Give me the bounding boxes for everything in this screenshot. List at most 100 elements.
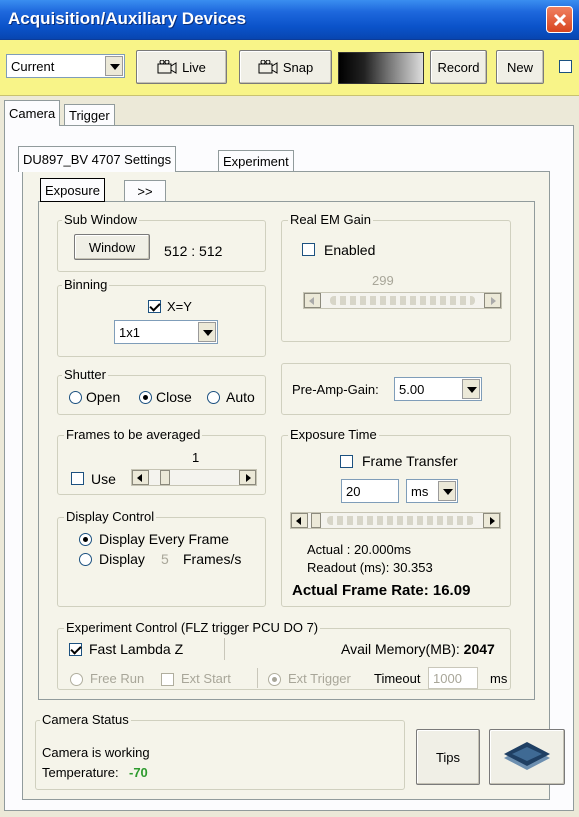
tab-camera[interactable]: Camera <box>4 100 61 126</box>
binning-value: 1x1 <box>119 324 140 340</box>
camera-status-label: Camera Status <box>40 712 131 727</box>
toolbar-checkbox[interactable] <box>559 60 572 73</box>
display-every-frame-radio[interactable] <box>79 533 92 546</box>
toolbar: Current Live Snap Record New <box>0 40 579 96</box>
camera-status-text: Camera is working <box>42 745 150 760</box>
mode-select-value: Current <box>11 58 55 74</box>
em-gain-slider[interactable] <box>303 292 502 309</box>
mode-select[interactable]: Current <box>6 54 125 78</box>
display-fps-value: 5 <box>161 551 169 567</box>
pre-amp-gain-value: 5.00 <box>399 381 425 397</box>
tab-camera-settings[interactable]: DU897_BV 4707 Settings <box>18 146 177 172</box>
use-label: Use <box>91 471 116 487</box>
divider <box>257 668 258 688</box>
readout-time: Readout (ms): 30.353 <box>307 560 433 575</box>
slider-right-arrow-icon[interactable] <box>239 470 256 485</box>
xy-checkbox[interactable] <box>148 300 161 313</box>
chevron-down-icon[interactable] <box>105 56 123 76</box>
camera-icon <box>258 60 278 74</box>
ext-trigger-radio[interactable] <box>268 673 281 686</box>
andor-logo-icon <box>504 742 550 770</box>
slider-right-arrow-icon[interactable] <box>484 293 501 308</box>
exposure-time-slider[interactable] <box>290 512 501 529</box>
frames-averaged-group <box>57 435 266 495</box>
tips-button[interactable]: Tips <box>416 729 480 785</box>
display-control-label: Display Control <box>64 509 157 524</box>
exposure-unit-value: ms <box>411 483 429 499</box>
use-checkbox[interactable] <box>71 472 84 485</box>
title-bar: Acquisition/Auxiliary Devices <box>0 0 579 40</box>
slider-track <box>327 516 474 525</box>
chevron-down-icon[interactable] <box>462 379 480 399</box>
live-button[interactable]: Live <box>136 50 227 84</box>
slider-track <box>330 296 475 305</box>
actual-exposure: Actual : 20.000ms <box>307 542 412 557</box>
snap-label: Snap <box>282 59 314 75</box>
record-button[interactable]: Record <box>430 50 487 84</box>
avail-memory-label: Avail Memory(MB): 2047 <box>341 641 495 657</box>
ext-trigger-label: Ext Trigger <box>288 671 351 686</box>
shutter-auto-label: Auto <box>226 389 255 405</box>
ext-start-label: Ext Start <box>181 671 231 686</box>
tab-more[interactable]: >> <box>124 180 166 202</box>
shutter-label: Shutter <box>62 367 108 382</box>
temperature-label: Temperature: <box>42 765 119 780</box>
timeout-input[interactable]: 1000 <box>428 667 478 689</box>
pre-amp-gain-select[interactable]: 5.00 <box>394 377 482 401</box>
display-fps-radio[interactable] <box>79 553 92 566</box>
timeout-label: Timeout <box>374 671 421 686</box>
shutter-auto-radio[interactable] <box>207 391 220 404</box>
frame-transfer-checkbox[interactable] <box>340 455 353 468</box>
exposure-time-label: Exposure Time <box>288 427 379 442</box>
actual-frame-rate: Actual Frame Rate: 16.09 <box>292 582 471 599</box>
avail-memory-value: 2047 <box>463 641 495 657</box>
fast-lambda-checkbox[interactable] <box>69 643 82 656</box>
slider-left-arrow-icon[interactable] <box>132 470 149 485</box>
slider-right-arrow-icon[interactable] <box>483 513 500 528</box>
snap-button[interactable]: Snap <box>239 50 332 84</box>
window-title: Acquisition/Auxiliary Devices <box>8 9 247 28</box>
live-label: Live <box>182 59 206 75</box>
shutter-close-radio[interactable] <box>139 391 152 404</box>
tab-experiment[interactable]: Experiment <box>218 150 294 172</box>
timeout-unit: ms <box>490 671 508 686</box>
chevron-down-icon[interactable] <box>198 322 216 342</box>
close-button[interactable] <box>546 6 573 33</box>
slider-thumb[interactable] <box>311 513 321 528</box>
sub-window-label: Sub Window <box>62 212 139 227</box>
em-gain-enabled-checkbox[interactable] <box>302 243 315 256</box>
display-fps-prefix: Display <box>99 551 145 567</box>
frame-transfer-label: Frame Transfer <box>362 453 458 469</box>
ext-start-checkbox[interactable] <box>161 673 174 686</box>
frames-averaged-slider[interactable] <box>131 469 257 486</box>
shutter-open-radio[interactable] <box>69 391 82 404</box>
chevron-down-icon[interactable] <box>438 481 456 501</box>
exposure-time-input[interactable]: 20 <box>341 479 399 503</box>
window-button[interactable]: Window <box>74 234 150 260</box>
shutter-open-label: Open <box>86 389 121 405</box>
tab-trigger[interactable]: Trigger <box>64 104 115 126</box>
free-run-radio[interactable] <box>70 673 83 686</box>
camera-icon <box>157 60 177 74</box>
binning-select[interactable]: 1x1 <box>114 320 218 344</box>
display-fps-suffix: Frames/s <box>183 551 242 567</box>
slider-left-arrow-icon[interactable] <box>291 513 308 528</box>
shutter-close-label: Close <box>156 389 192 405</box>
slider-thumb[interactable] <box>160 470 170 485</box>
slider-left-arrow-icon[interactable] <box>304 293 321 308</box>
frames-averaged-label: Frames to be averaged <box>64 427 203 442</box>
binning-label: Binning <box>62 277 110 292</box>
new-button[interactable]: New <box>496 50 544 84</box>
divider <box>224 638 225 660</box>
em-gain-enabled-label: Enabled <box>324 242 376 258</box>
intensity-gradient <box>338 52 424 84</box>
real-em-gain-label: Real EM Gain <box>288 212 373 227</box>
real-em-gain-group <box>281 220 511 342</box>
free-run-label: Free Run <box>90 671 145 686</box>
exposure-unit-select[interactable]: ms <box>406 479 458 503</box>
pre-amp-gain-label: Pre-Amp-Gain: <box>292 382 379 397</box>
logo-button[interactable] <box>489 729 565 785</box>
display-every-frame-label: Display Every Frame <box>99 531 229 547</box>
em-gain-value: 299 <box>372 273 394 288</box>
tab-exposure[interactable]: Exposure <box>40 178 105 202</box>
